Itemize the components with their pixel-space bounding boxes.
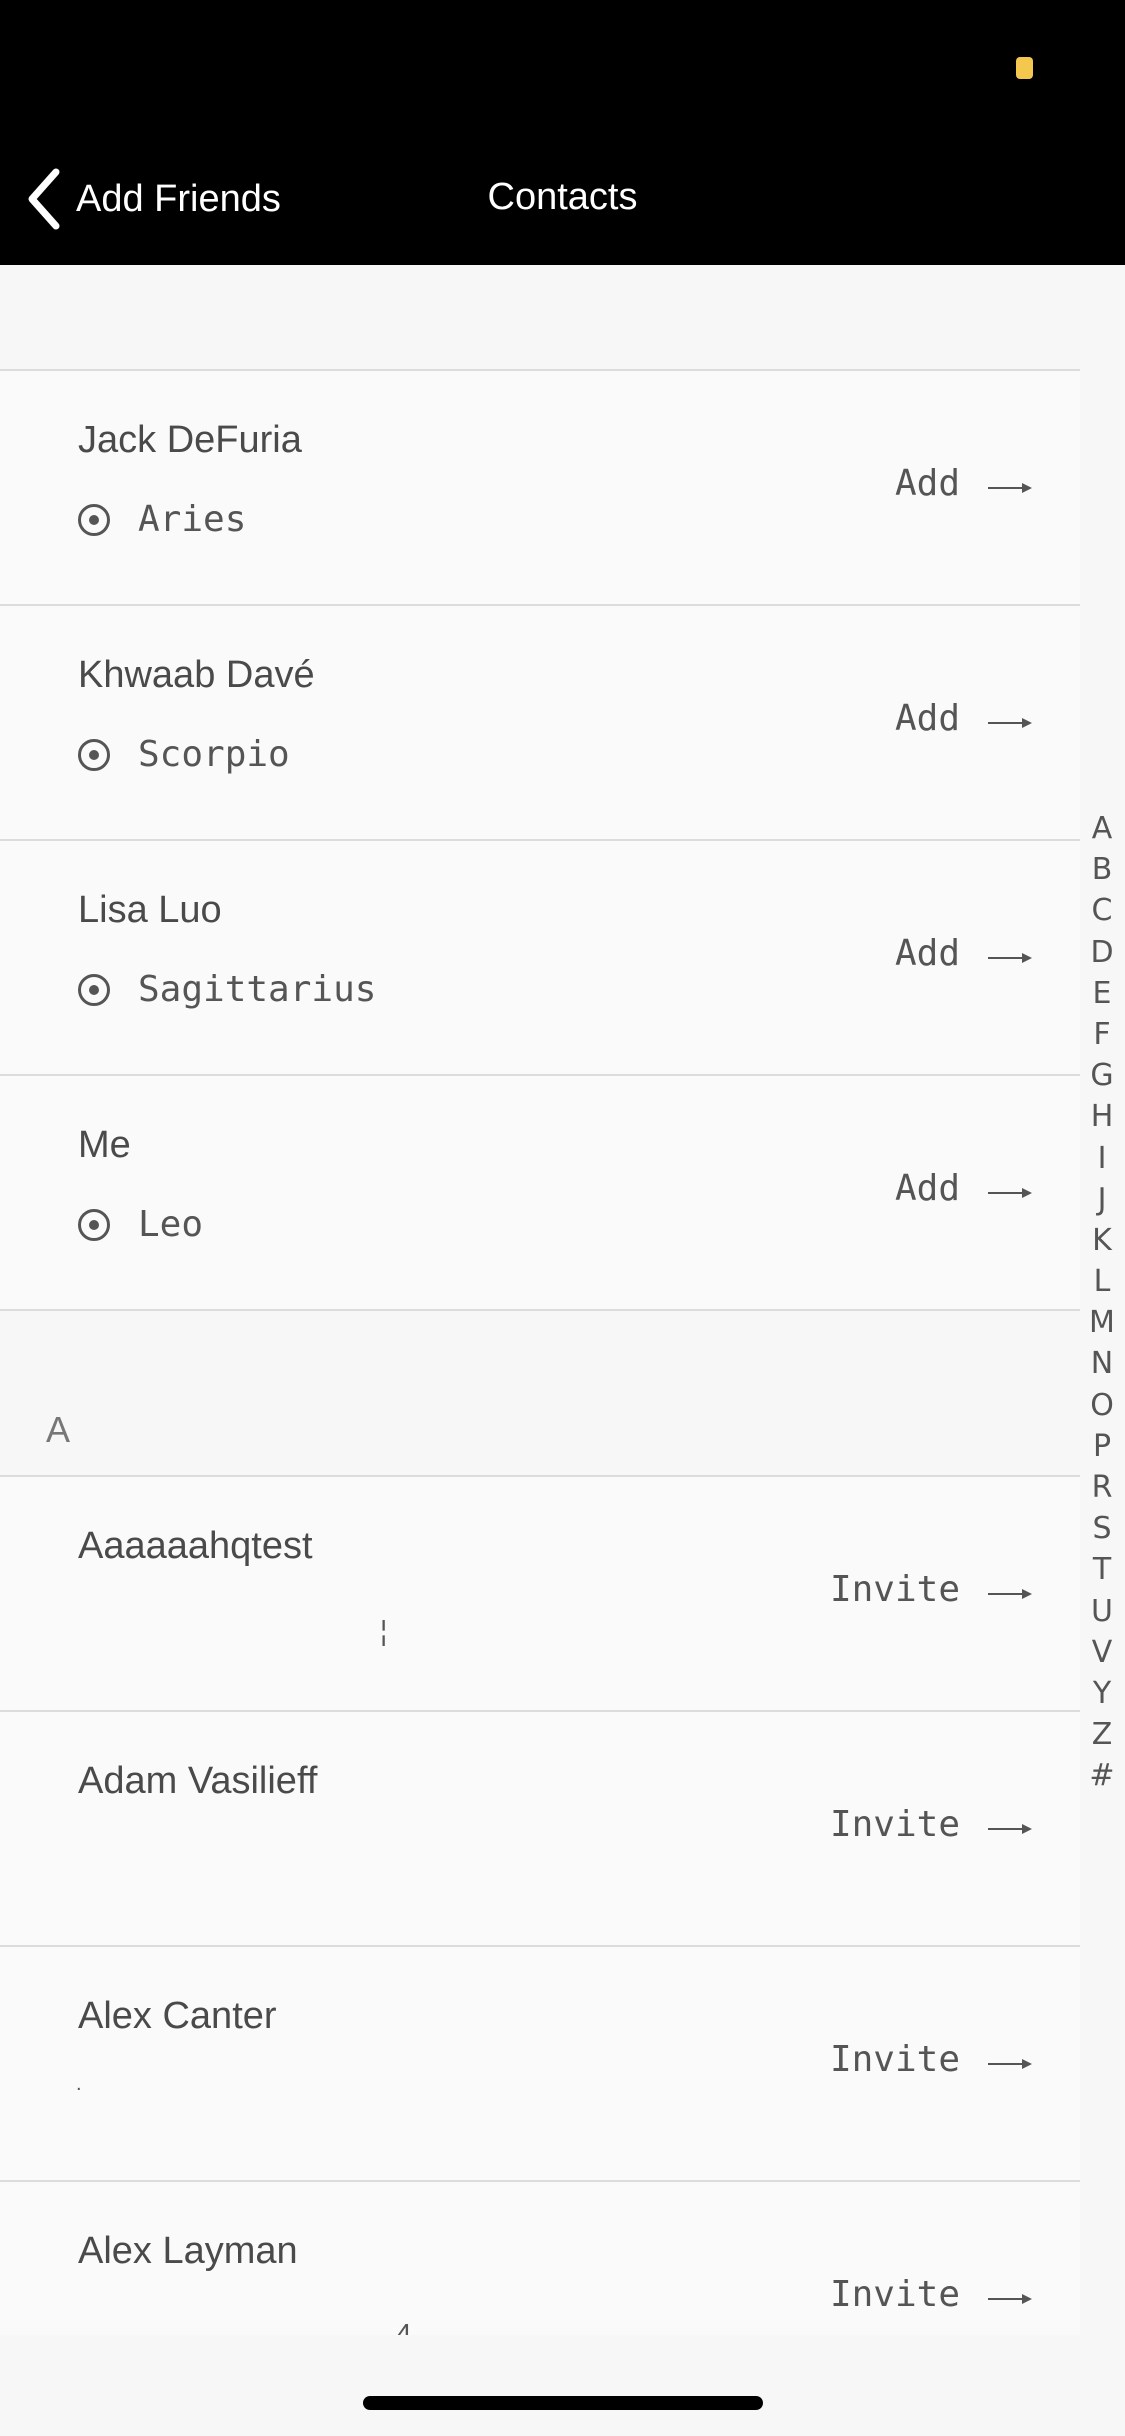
status-indicator	[1016, 57, 1033, 79]
index-letter[interactable]: H	[1087, 1096, 1117, 1137]
contact-row[interactable]: Alex Layman 4 Invite	[0, 2182, 1080, 2335]
contact-name: Alex Canter	[78, 1995, 277, 2037]
index-letter[interactable]: M	[1087, 1302, 1117, 1343]
index-letter[interactable]: S	[1087, 1508, 1117, 1549]
section-header-a: A	[0, 1311, 1080, 1477]
index-letter[interactable]: Y	[1087, 1673, 1117, 1714]
add-button[interactable]: Add	[895, 698, 960, 739]
index-letter[interactable]: L	[1087, 1261, 1117, 1302]
index-letter[interactable]: G	[1087, 1055, 1117, 1096]
add-button[interactable]: Add	[895, 933, 960, 974]
arrow-right-icon[interactable]	[988, 1587, 1032, 1601]
contact-detail: ¦	[380, 1615, 388, 1646]
friend-row[interactable]: Me Leo Add	[0, 1076, 1080, 1311]
alphabet-index[interactable]: A B C D E F G H I J K L M N O P R S T U …	[1087, 808, 1117, 1797]
index-letter[interactable]: J	[1087, 1179, 1117, 1220]
index-letter[interactable]: I	[1087, 1138, 1117, 1179]
sun-sign-icon	[78, 503, 110, 536]
sign-label: Scorpio	[138, 734, 290, 775]
friend-name: Me	[78, 1124, 131, 1166]
sun-sign-icon	[78, 973, 110, 1006]
arrow-right-icon[interactable]	[988, 1186, 1032, 1200]
index-letter[interactable]: R	[1087, 1467, 1117, 1508]
home-indicator[interactable]	[363, 2396, 763, 2410]
index-letter[interactable]: K	[1087, 1220, 1117, 1261]
index-letter[interactable]: E	[1087, 973, 1117, 1014]
sign-label: Leo	[138, 1204, 204, 1245]
page-title: Contacts	[487, 176, 638, 218]
section-letter: A	[46, 1409, 71, 1450]
contact-row[interactable]: Alex Canter . Invite	[0, 1947, 1080, 2182]
arrow-right-icon[interactable]	[988, 2057, 1032, 2071]
arrow-right-icon[interactable]	[988, 951, 1032, 965]
friend-row[interactable]: Lisa Luo Sagittarius Add	[0, 841, 1080, 1076]
contact-name: Adam Vasilieff	[78, 1760, 318, 1802]
top-bar: Add Friends Contacts	[0, 0, 1125, 265]
index-letter[interactable]: F	[1087, 1014, 1117, 1055]
index-letter[interactable]: U	[1087, 1591, 1117, 1632]
contact-row[interactable]: Aaaaaahqtest ¦ Invite	[0, 1477, 1080, 1712]
invite-button[interactable]: Invite	[830, 1804, 960, 1845]
contact-detail: .	[76, 2073, 82, 2095]
index-letter[interactable]: P	[1087, 1426, 1117, 1467]
invite-button[interactable]: Invite	[830, 1569, 960, 1610]
friend-sign: Leo	[78, 1204, 203, 1245]
friend-sign: Sagittarius	[78, 969, 376, 1010]
sign-label: Sagittarius	[138, 969, 377, 1010]
add-button[interactable]: Add	[895, 1168, 960, 1209]
index-letter[interactable]: V	[1087, 1632, 1117, 1673]
index-letter[interactable]: Z	[1087, 1714, 1117, 1755]
add-button[interactable]: Add	[895, 463, 960, 504]
friend-row[interactable]: Jack DeFuria Aries Add	[0, 371, 1080, 606]
index-letter[interactable]: C	[1087, 890, 1117, 931]
arrow-right-icon[interactable]	[988, 716, 1032, 730]
friend-name: Jack DeFuria	[78, 419, 302, 461]
contact-detail: 4	[396, 2318, 412, 2335]
contact-name: Aaaaaahqtest	[78, 1525, 313, 1567]
contact-name: Alex Layman	[78, 2230, 298, 2272]
index-letter[interactable]: N	[1087, 1343, 1117, 1384]
contact-row[interactable]: Adam Vasilieff Invite	[0, 1712, 1080, 1947]
index-letter[interactable]: #	[1087, 1755, 1117, 1796]
friend-name: Lisa Luo	[78, 889, 222, 931]
index-letter[interactable]: B	[1087, 849, 1117, 890]
index-letter[interactable]: T	[1087, 1549, 1117, 1590]
contacts-list[interactable]: Jack DeFuria Aries Add Khwaab Davé Scorp…	[0, 265, 1080, 2335]
arrow-right-icon[interactable]	[988, 1822, 1032, 1836]
friend-sign: Scorpio	[78, 734, 290, 775]
invite-button[interactable]: Invite	[830, 2039, 960, 2080]
friend-name: Khwaab Davé	[78, 654, 315, 696]
friend-sign: Aries	[78, 499, 246, 540]
sun-sign-icon	[78, 738, 110, 771]
index-letter[interactable]: O	[1087, 1385, 1117, 1426]
sign-label: Aries	[138, 499, 247, 540]
friend-row[interactable]: Khwaab Davé Scorpio Add	[0, 606, 1080, 841]
arrow-right-icon[interactable]	[988, 2292, 1032, 2306]
index-letter[interactable]: D	[1087, 932, 1117, 973]
sun-sign-icon	[78, 1208, 110, 1241]
invite-button[interactable]: Invite	[830, 2274, 960, 2315]
index-letter[interactable]: A	[1087, 808, 1117, 849]
arrow-right-icon[interactable]	[988, 481, 1032, 495]
list-top-spacer	[0, 265, 1080, 371]
